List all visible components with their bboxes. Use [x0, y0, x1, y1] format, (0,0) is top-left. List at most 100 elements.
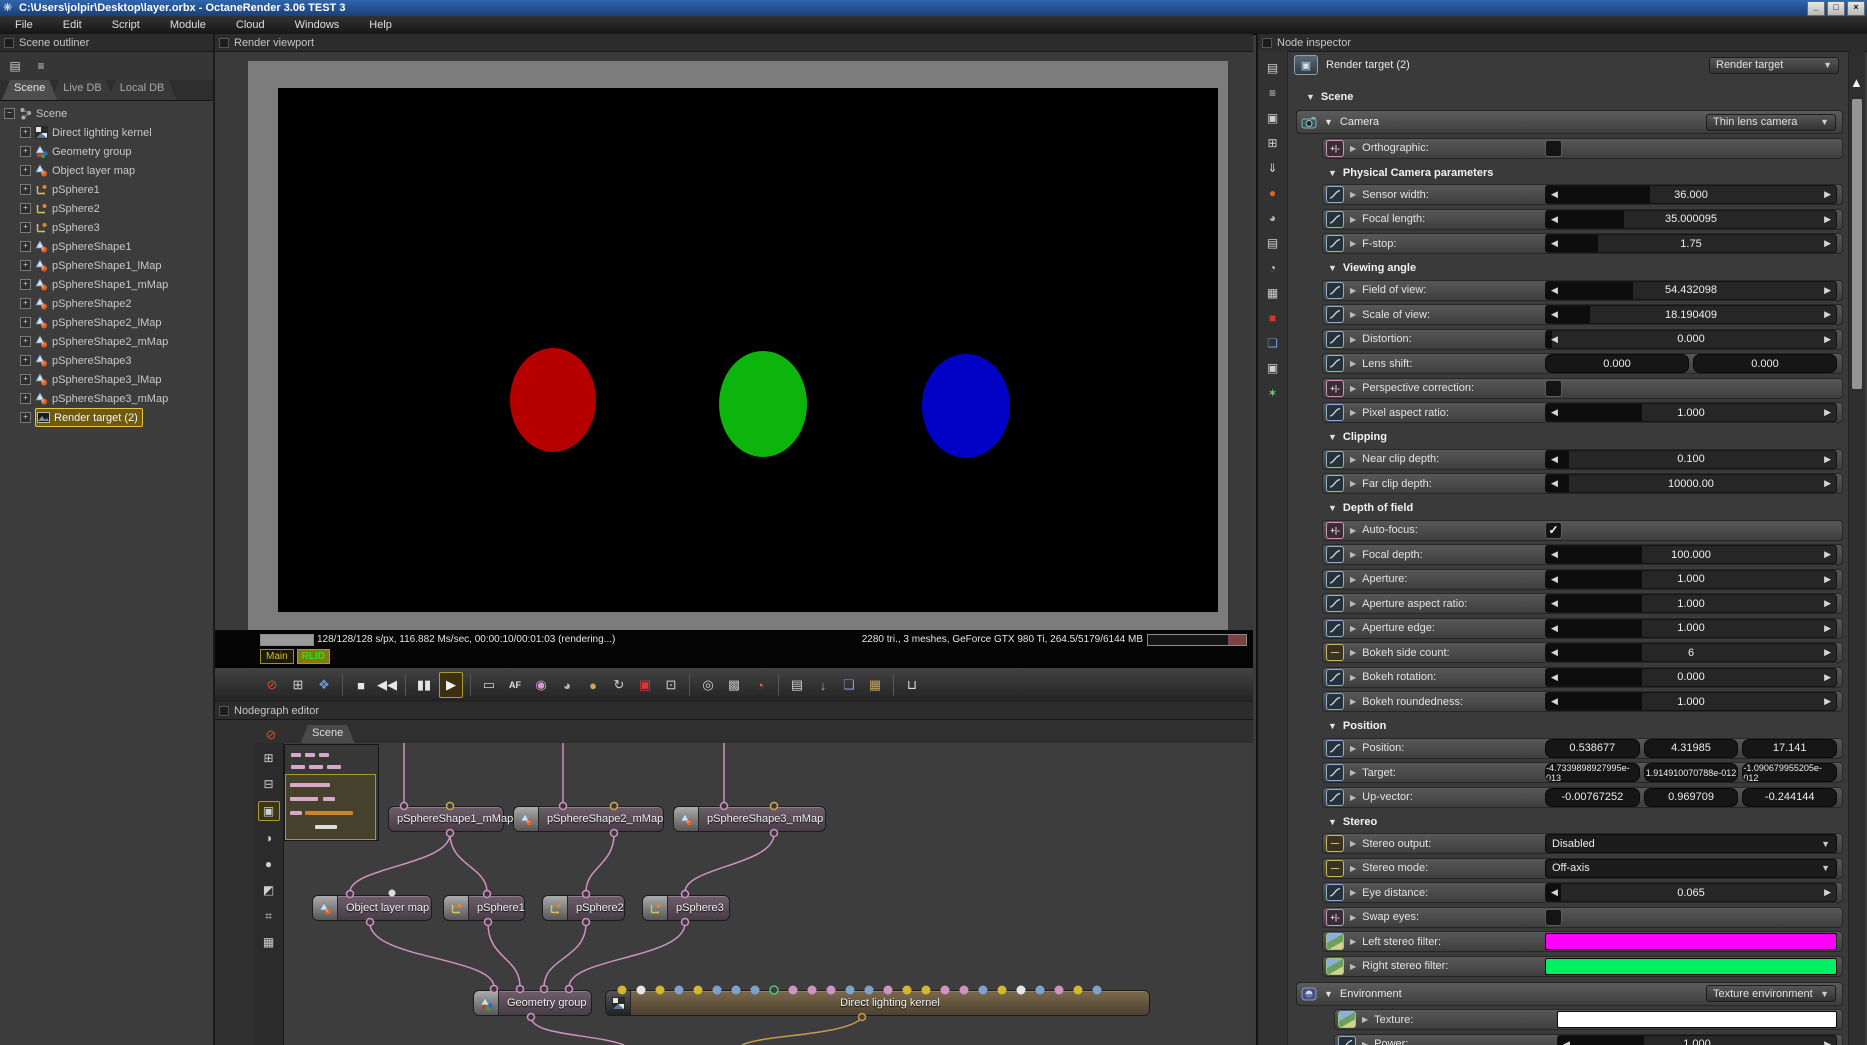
image-node-icon[interactable]: ▣ — [1263, 109, 1283, 127]
aperture-edge-slider[interactable]: ◀ 1.000 ▶ — [1545, 618, 1837, 638]
eye-distance-slider[interactable]: ◀ 0.065 ▶ — [1545, 883, 1837, 902]
auto-focus-checkbox[interactable]: ✓ — [1545, 521, 1562, 539]
perspective-correction-checkbox[interactable] — [1545, 379, 1562, 397]
new-material-icon[interactable]: ▤ — [6, 58, 24, 74]
slider-increment-icon[interactable]: ▶ — [1824, 620, 1831, 637]
nodegraph-canvas[interactable]: pSphereShape1_mMap pSphereShape2_mMap pSph… — [284, 743, 1253, 1045]
close-button[interactable]: × — [1847, 1, 1865, 16]
rgb-color-space-icon[interactable]: ❖ — [313, 673, 335, 697]
graph-node-icon[interactable]: ⊞ — [1263, 134, 1283, 152]
bokeh-side-count-slider[interactable]: ◀ 6 ▶ — [1545, 643, 1837, 662]
render-passes-icon[interactable]: ❏ — [838, 673, 860, 697]
lens-shift-value-0[interactable]: 0.000 — [1545, 354, 1689, 373]
expand-arrow-icon[interactable]: ▶ — [1350, 286, 1356, 295]
white-balance-pick-icon[interactable]: ◉ — [530, 673, 552, 697]
expand-icon[interactable]: + — [20, 279, 31, 290]
expand-icon[interactable]: + — [20, 203, 31, 214]
menu-cloud[interactable]: Cloud — [221, 16, 280, 34]
expand-arrow-icon[interactable]: ▶ — [1350, 479, 1356, 488]
expand-icon[interactable]: + — [20, 412, 31, 423]
sensor-width-slider[interactable]: ◀ 36.000 ▶ — [1545, 185, 1837, 204]
expand-arrow-icon[interactable]: ▶ — [1350, 793, 1356, 802]
save-node-icon[interactable]: ⇓ — [1263, 159, 1283, 177]
texture-color-swatch[interactable] — [1557, 1011, 1837, 1028]
node-psphereshape2-mmap[interactable]: pSphereShape2_mMap — [513, 806, 664, 832]
texture-preview-icon[interactable]: ◩ — [259, 881, 279, 899]
expand-arrow-icon[interactable]: ▶ — [1350, 937, 1356, 946]
expand-arrow-icon[interactable]: ▶ — [1362, 1040, 1368, 1045]
node-list-icon[interactable]: ≡ — [1263, 84, 1283, 102]
node-psphere3[interactable]: pSphere3 — [642, 895, 730, 921]
snap-grid-icon[interactable]: ⌗ — [259, 907, 279, 925]
tree-item-psphere1[interactable]: + pSphere1 — [0, 180, 213, 199]
focal-depth-slider[interactable]: ◀ 100.000 ▶ — [1545, 545, 1837, 564]
tree-item-psphereshape2-mmap[interactable]: + pSphereShape2_mMap — [0, 332, 213, 351]
right-stereo-filter-color-swatch[interactable] — [1545, 957, 1837, 975]
tree-item-psphereshape3-mmap[interactable]: + pSphereShape3_mMap — [0, 389, 213, 408]
material-node-icon[interactable]: ● — [1263, 184, 1283, 202]
tree-item-psphereshape1-mmap[interactable]: + pSphereShape1_mMap — [0, 275, 213, 294]
collapse-triangle-icon[interactable]: ▼ — [1324, 989, 1333, 999]
slider-increment-icon[interactable]: ▶ — [1824, 186, 1831, 203]
expand-icon[interactable]: + — [20, 298, 31, 309]
tree-item-psphereshape3-lmap[interactable]: + pSphereShape3_lMap — [0, 370, 213, 389]
slider-increment-icon[interactable]: ▶ — [1824, 669, 1831, 686]
list-node-icon[interactable]: ▤ — [1263, 234, 1283, 252]
maximize-button[interactable]: □ — [1827, 1, 1845, 16]
far-clip-depth-slider[interactable]: ◀ 10000.00 ▶ — [1545, 474, 1837, 493]
slider-increment-icon[interactable]: ▶ — [1824, 571, 1831, 588]
slider-increment-icon[interactable]: ▶ — [1824, 331, 1831, 348]
picture-node-icon[interactable]: ▣ — [1263, 359, 1283, 377]
clock-node-icon[interactable]: ◔ — [1263, 259, 1283, 277]
pixel-aspect-ratio-slider[interactable]: ◀ 1.000 ▶ — [1545, 403, 1837, 422]
slider-increment-icon[interactable]: ▶ — [1824, 404, 1831, 421]
dock-handle-icon[interactable] — [219, 705, 229, 716]
up-vector-value-1[interactable]: 0.969709 — [1643, 787, 1739, 807]
slider-increment-icon[interactable]: ▶ — [1824, 306, 1831, 323]
position-value-2[interactable]: 17.141 — [1742, 738, 1838, 758]
node-psphereshape3-mmap[interactable]: pSphereShape3_mMap — [673, 806, 826, 832]
expand-arrow-icon[interactable]: ▶ — [1350, 624, 1356, 633]
tree-item-scene[interactable]: − Scene — [0, 104, 213, 123]
expand-arrow-icon[interactable]: ▶ — [1350, 239, 1356, 248]
up-vector-value-0[interactable]: -0.00767252 — [1545, 787, 1640, 807]
collapse-all-icon[interactable]: ⊟ — [259, 775, 279, 793]
node-type-dropdown[interactable]: Render target ▼ — [1709, 56, 1839, 74]
export-image-icon[interactable]: ▦ — [864, 673, 886, 697]
node-psphereshape1-mmap[interactable]: pSphereShape1_mMap — [388, 806, 513, 832]
pause-render-icon[interactable]: ▮▮ — [413, 673, 435, 697]
tree-item-psphereshape1-lmap[interactable]: + pSphereShape1_lMap — [0, 256, 213, 275]
expand-arrow-icon[interactable]: ▶ — [1350, 864, 1356, 873]
bokeh-roundedness-slider[interactable]: ◀ 1.000 ▶ — [1545, 692, 1837, 711]
tab-live-db[interactable]: Live DB — [51, 80, 114, 100]
expand-arrow-icon[interactable]: ▶ — [1350, 144, 1356, 153]
menu-script[interactable]: Script — [97, 16, 155, 34]
f-stop-slider[interactable]: ◀ 1.75 ▶ — [1545, 234, 1837, 253]
swap-eyes-checkbox[interactable] — [1545, 908, 1562, 926]
collapse-triangle-icon[interactable]: ▼ — [1324, 117, 1333, 127]
expand-icon[interactable]: + — [20, 165, 31, 176]
camera-type-dropdown[interactable]: Thin lens camera ▼ — [1706, 113, 1836, 131]
slider-increment-icon[interactable]: ▶ — [1824, 475, 1831, 492]
rendertarget-preview-icon[interactable]: ▣ — [257, 801, 280, 821]
stop-render-icon[interactable]: ■ — [350, 673, 372, 697]
slider-increment-icon[interactable]: ▶ — [1824, 1036, 1831, 1045]
play-render-icon[interactable]: ▶ — [439, 672, 463, 698]
tree-item-psphere3[interactable]: + pSphere3 — [0, 218, 213, 237]
autofocus-pick-icon[interactable]: AF — [504, 673, 526, 697]
expand-arrow-icon[interactable]: ▶ — [1350, 190, 1356, 199]
expand-arrow-icon[interactable]: ▶ — [1350, 384, 1356, 393]
slider-increment-icon[interactable]: ▶ — [1824, 546, 1831, 563]
node-preview-thumbnail[interactable] — [284, 744, 379, 841]
expand-arrow-icon[interactable]: ▶ — [1350, 335, 1356, 344]
slider-increment-icon[interactable]: ▶ — [1824, 644, 1831, 661]
tab-scene[interactable]: Scene — [2, 80, 57, 100]
position-value-0[interactable]: 0.538677 — [1545, 738, 1640, 758]
lens-shift-value-1[interactable]: 0.000 — [1693, 354, 1837, 373]
alpha-mode-icon[interactable]: ▩ — [723, 673, 745, 697]
expand-icon[interactable]: + — [20, 260, 31, 271]
tree-item-psphereshape3[interactable]: + pSphereShape3 — [0, 351, 213, 370]
orthographic-checkbox[interactable] — [1545, 139, 1562, 157]
tree-item-object-layer-map[interactable]: + Object layer map — [0, 161, 213, 180]
node-direct-lighting-kernel[interactable]: Direct lighting kernel — [605, 990, 1150, 1016]
